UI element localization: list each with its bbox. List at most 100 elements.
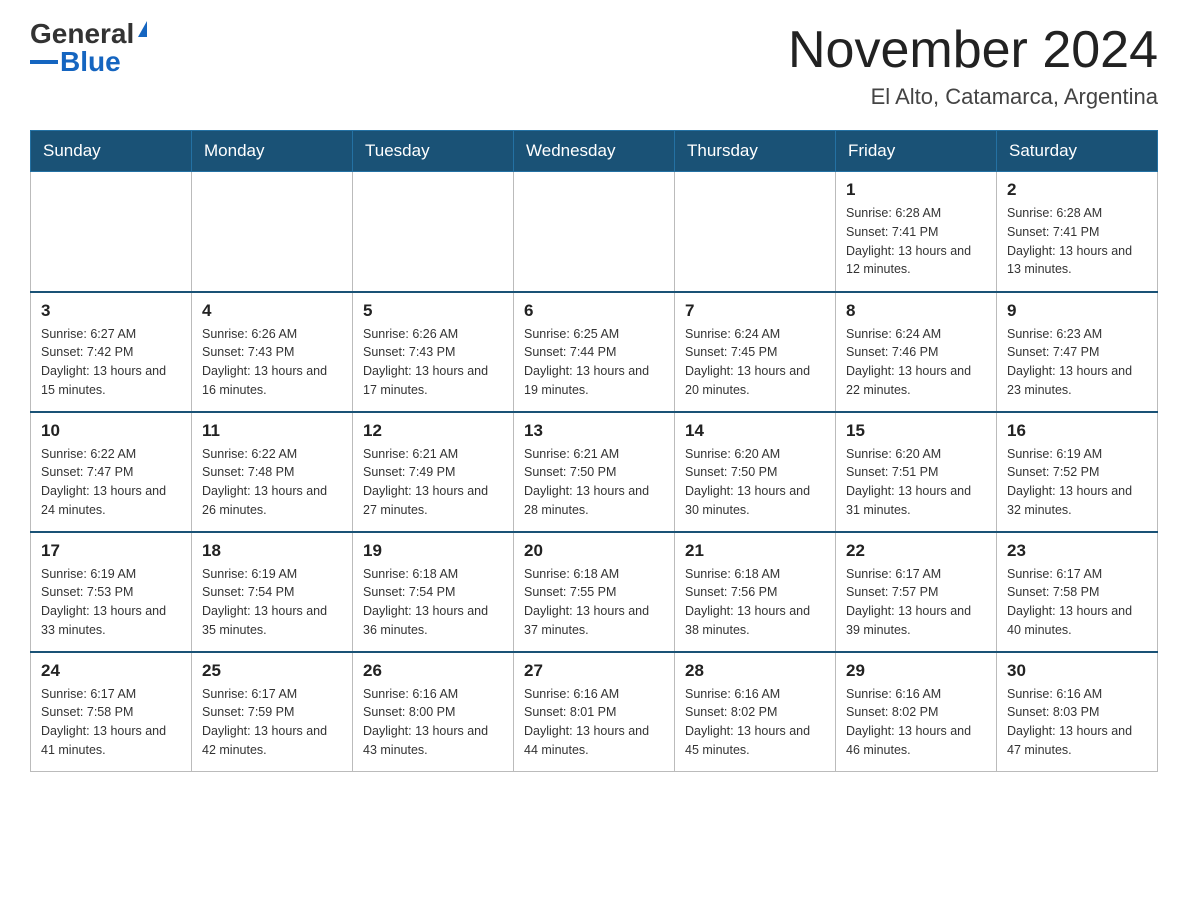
day-info: Sunrise: 6:21 AM Sunset: 7:50 PM Dayligh… (524, 445, 664, 520)
day-info: Sunrise: 6:18 AM Sunset: 7:56 PM Dayligh… (685, 565, 825, 640)
calendar-cell: 5 Sunrise: 6:26 AM Sunset: 7:43 PM Daylig… (353, 292, 514, 412)
day-info: Sunrise: 6:26 AM Sunset: 7:43 PM Dayligh… (363, 325, 503, 400)
day-info: Sunrise: 6:16 AM Sunset: 8:03 PM Dayligh… (1007, 685, 1147, 760)
day-info: Sunrise: 6:28 AM Sunset: 7:41 PM Dayligh… (1007, 204, 1147, 279)
day-number: 13 (524, 421, 664, 441)
day-number: 9 (1007, 301, 1147, 321)
month-title: November 2024 (788, 20, 1158, 80)
day-number: 24 (41, 661, 181, 681)
calendar-cell: 29 Sunrise: 6:16 AM Sunset: 8:02 PM Dayli… (836, 652, 997, 772)
logo-general-text: General (30, 20, 134, 48)
day-number: 8 (846, 301, 986, 321)
header: General Blue November 2024 El Alto, Cata… (30, 20, 1158, 110)
day-number: 30 (1007, 661, 1147, 681)
calendar-cell: 16Sunrise: 6:19 AM Sunset: 7:52 PM Dayli… (997, 412, 1158, 532)
calendar-cell: 4 Sunrise: 6:26 AM Sunset: 7:43 PM Daylig… (192, 292, 353, 412)
day-header-saturday: Saturday (997, 131, 1158, 172)
calendar-cell: 23 Sunrise: 6:17 AM Sunset: 7:58 PM Dayli… (997, 532, 1158, 652)
calendar-week-row: 1 Sunrise: 6:28 AM Sunset: 7:41 PM Daylig… (31, 172, 1158, 292)
calendar-week-row: 24Sunrise: 6:17 AM Sunset: 7:58 PM Dayli… (31, 652, 1158, 772)
day-info: Sunrise: 6:19 AM Sunset: 7:53 PM Dayligh… (41, 565, 181, 640)
day-info: Sunrise: 6:17 AM Sunset: 7:58 PM Dayligh… (1007, 565, 1147, 640)
logo-triangle-icon (138, 21, 147, 37)
day-number: 7 (685, 301, 825, 321)
day-number: 26 (363, 661, 503, 681)
day-header-monday: Monday (192, 131, 353, 172)
logo-blue-text: Blue (60, 48, 121, 76)
day-number: 5 (363, 301, 503, 321)
day-info: Sunrise: 6:16 AM Sunset: 8:02 PM Dayligh… (685, 685, 825, 760)
calendar-cell: 20 Sunrise: 6:18 AM Sunset: 7:55 PM Dayli… (514, 532, 675, 652)
calendar-cell: 18Sunrise: 6:19 AM Sunset: 7:54 PM Dayli… (192, 532, 353, 652)
calendar-cell: 30 Sunrise: 6:16 AM Sunset: 8:03 PM Dayli… (997, 652, 1158, 772)
day-header-wednesday: Wednesday (514, 131, 675, 172)
calendar-cell: 13 Sunrise: 6:21 AM Sunset: 7:50 PM Dayli… (514, 412, 675, 532)
calendar-cell: 9 Sunrise: 6:23 AM Sunset: 7:47 PM Daylig… (997, 292, 1158, 412)
logo-underline (30, 60, 58, 64)
day-number: 10 (41, 421, 181, 441)
calendar-cell (675, 172, 836, 292)
day-header-thursday: Thursday (675, 131, 836, 172)
day-info: Sunrise: 6:24 AM Sunset: 7:46 PM Dayligh… (846, 325, 986, 400)
calendar-cell: 15 Sunrise: 6:20 AM Sunset: 7:51 PM Dayli… (836, 412, 997, 532)
day-info: Sunrise: 6:24 AM Sunset: 7:45 PM Dayligh… (685, 325, 825, 400)
calendar-cell: 21Sunrise: 6:18 AM Sunset: 7:56 PM Dayli… (675, 532, 836, 652)
day-info: Sunrise: 6:21 AM Sunset: 7:49 PM Dayligh… (363, 445, 503, 520)
calendar-cell: 12Sunrise: 6:21 AM Sunset: 7:49 PM Dayli… (353, 412, 514, 532)
title-section: November 2024 El Alto, Catamarca, Argent… (788, 20, 1158, 110)
calendar-cell (31, 172, 192, 292)
day-number: 25 (202, 661, 342, 681)
calendar-cell: 3 Sunrise: 6:27 AM Sunset: 7:42 PM Daylig… (31, 292, 192, 412)
day-info: Sunrise: 6:16 AM Sunset: 8:01 PM Dayligh… (524, 685, 664, 760)
day-info: Sunrise: 6:23 AM Sunset: 7:47 PM Dayligh… (1007, 325, 1147, 400)
calendar-cell: 7 Sunrise: 6:24 AM Sunset: 7:45 PM Daylig… (675, 292, 836, 412)
calendar-cell: 6Sunrise: 6:25 AM Sunset: 7:44 PM Daylig… (514, 292, 675, 412)
day-header-sunday: Sunday (31, 131, 192, 172)
calendar-cell: 22Sunrise: 6:17 AM Sunset: 7:57 PM Dayli… (836, 532, 997, 652)
calendar-cell: 10 Sunrise: 6:22 AM Sunset: 7:47 PM Dayli… (31, 412, 192, 532)
calendar-cell: 25 Sunrise: 6:17 AM Sunset: 7:59 PM Dayli… (192, 652, 353, 772)
day-number: 16 (1007, 421, 1147, 441)
day-info: Sunrise: 6:17 AM Sunset: 7:57 PM Dayligh… (846, 565, 986, 640)
day-info: Sunrise: 6:26 AM Sunset: 7:43 PM Dayligh… (202, 325, 342, 400)
day-info: Sunrise: 6:18 AM Sunset: 7:55 PM Dayligh… (524, 565, 664, 640)
calendar-cell: 17Sunrise: 6:19 AM Sunset: 7:53 PM Dayli… (31, 532, 192, 652)
calendar-cell: 1 Sunrise: 6:28 AM Sunset: 7:41 PM Daylig… (836, 172, 997, 292)
day-info: Sunrise: 6:20 AM Sunset: 7:50 PM Dayligh… (685, 445, 825, 520)
day-info: Sunrise: 6:16 AM Sunset: 8:02 PM Dayligh… (846, 685, 986, 760)
day-number: 15 (846, 421, 986, 441)
day-info: Sunrise: 6:27 AM Sunset: 7:42 PM Dayligh… (41, 325, 181, 400)
logo: General Blue (30, 20, 147, 76)
day-number: 4 (202, 301, 342, 321)
calendar-cell: 19Sunrise: 6:18 AM Sunset: 7:54 PM Dayli… (353, 532, 514, 652)
calendar-week-row: 17Sunrise: 6:19 AM Sunset: 7:53 PM Dayli… (31, 532, 1158, 652)
calendar-week-row: 10 Sunrise: 6:22 AM Sunset: 7:47 PM Dayli… (31, 412, 1158, 532)
day-number: 1 (846, 180, 986, 200)
calendar-week-row: 3 Sunrise: 6:27 AM Sunset: 7:42 PM Daylig… (31, 292, 1158, 412)
day-info: Sunrise: 6:20 AM Sunset: 7:51 PM Dayligh… (846, 445, 986, 520)
calendar-cell: 2 Sunrise: 6:28 AM Sunset: 7:41 PM Daylig… (997, 172, 1158, 292)
day-info: Sunrise: 6:19 AM Sunset: 7:54 PM Dayligh… (202, 565, 342, 640)
day-info: Sunrise: 6:28 AM Sunset: 7:41 PM Dayligh… (846, 204, 986, 279)
day-number: 14 (685, 421, 825, 441)
day-number: 23 (1007, 541, 1147, 561)
day-info: Sunrise: 6:22 AM Sunset: 7:48 PM Dayligh… (202, 445, 342, 520)
day-number: 6 (524, 301, 664, 321)
calendar-cell: 27 Sunrise: 6:16 AM Sunset: 8:01 PM Dayli… (514, 652, 675, 772)
day-info: Sunrise: 6:22 AM Sunset: 7:47 PM Dayligh… (41, 445, 181, 520)
calendar-cell: 24Sunrise: 6:17 AM Sunset: 7:58 PM Dayli… (31, 652, 192, 772)
day-number: 11 (202, 421, 342, 441)
day-number: 3 (41, 301, 181, 321)
day-number: 2 (1007, 180, 1147, 200)
calendar-cell: 14 Sunrise: 6:20 AM Sunset: 7:50 PM Dayli… (675, 412, 836, 532)
day-info: Sunrise: 6:16 AM Sunset: 8:00 PM Dayligh… (363, 685, 503, 760)
calendar-cell: 11 Sunrise: 6:22 AM Sunset: 7:48 PM Dayli… (192, 412, 353, 532)
day-number: 28 (685, 661, 825, 681)
day-number: 27 (524, 661, 664, 681)
days-header-row: SundayMondayTuesdayWednesdayThursdayFrid… (31, 131, 1158, 172)
day-info: Sunrise: 6:17 AM Sunset: 7:59 PM Dayligh… (202, 685, 342, 760)
day-number: 20 (524, 541, 664, 561)
calendar-cell (192, 172, 353, 292)
day-number: 29 (846, 661, 986, 681)
day-number: 19 (363, 541, 503, 561)
